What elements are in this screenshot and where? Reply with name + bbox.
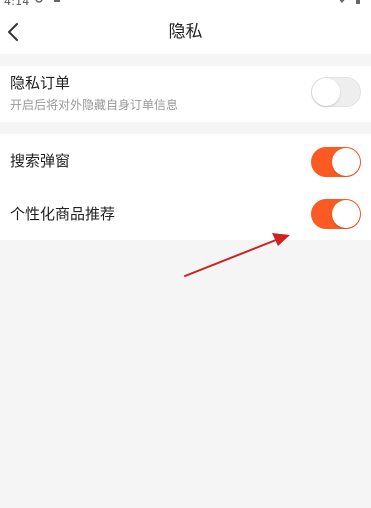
toggle-knob: [332, 148, 360, 176]
personalized-recommendation-row: 个性化商品推荐: [0, 187, 371, 240]
personalized-recommendation-title: 个性化商品推荐: [10, 205, 116, 223]
status-left-icons: [34, 0, 62, 7]
notification-icon: [54, 0, 60, 2]
wifi-icon: [339, 0, 345, 3]
private-orders-section: 隐私订单 开启后将对外隐藏自身订单信息: [0, 66, 371, 122]
private-orders-title: 隐私订单: [10, 74, 71, 92]
private-orders-toggle[interactable]: [311, 77, 361, 107]
status-right-icons: [337, 0, 363, 7]
recommendation-section: 搜索弹窗 个性化商品推荐: [0, 134, 371, 240]
search-popup-row: 搜索弹窗: [0, 134, 371, 187]
header: 隐私: [0, 10, 371, 54]
status-bar: 4:14: [0, 0, 371, 10]
search-popup-title: 搜索弹窗: [10, 152, 71, 170]
search-popup-toggle[interactable]: [311, 147, 361, 177]
sync-icon: [35, 0, 43, 3]
personalized-recommendation-toggle[interactable]: [311, 199, 361, 229]
status-time: 4:14: [4, 0, 30, 8]
private-orders-row: 隐私订单 开启后将对外隐藏自身订单信息: [0, 66, 371, 122]
private-orders-subtitle: 开启后将对外隐藏自身订单信息: [10, 98, 179, 112]
battery-icon: [356, 0, 360, 4]
toggle-knob: [332, 200, 360, 228]
toggle-knob: [312, 78, 340, 106]
page-title: 隐私: [168, 22, 203, 42]
